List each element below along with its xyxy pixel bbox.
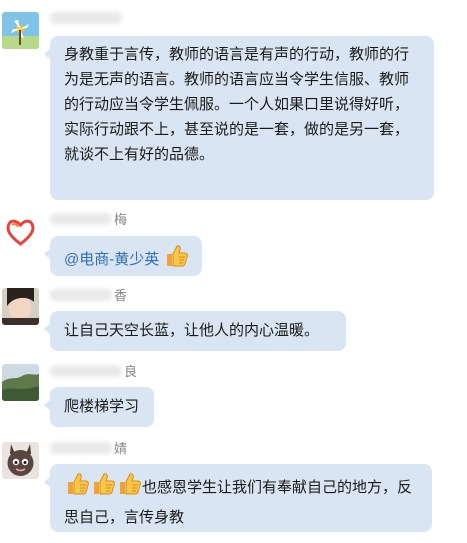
redacted-name [50, 442, 112, 454]
sender-name: 婧 [50, 440, 127, 458]
thumbs-up-icon [64, 471, 90, 505]
redacted-name [50, 365, 122, 377]
message-text: 让自己天空长蓝，让他人的内心温暖。 [64, 322, 320, 339]
thumbs-up-icon [163, 243, 189, 277]
redacted-name [50, 213, 112, 225]
avatar[interactable] [2, 364, 39, 401]
sender-name: 良 [50, 363, 137, 381]
message-text: 身教重于言传，教师的语言是有声的行动，教师的行为是无声的语言。教师的语言应当令学… [64, 46, 410, 163]
sender-name: 梅 [50, 211, 127, 229]
message-bubble[interactable]: @电商-黄少英 [44, 236, 202, 277]
redacted-name [50, 289, 112, 301]
sender-name: 香 [50, 287, 127, 305]
avatar[interactable] [2, 288, 39, 325]
thumbs-up-icon [90, 471, 116, 505]
avatar[interactable] [2, 213, 39, 250]
avatar[interactable] [2, 12, 39, 49]
redacted-name [50, 12, 122, 24]
message-bubble[interactable]: 也感恩学生让我们有奉献自己的地方，反思自己，言传身教 [44, 464, 432, 532]
sender-name [50, 10, 124, 28]
message-bubble[interactable]: 身教重于言传，教师的语言是有声的行动，教师的行为是无声的语言。教师的语言应当令学… [44, 36, 434, 200]
message-bubble[interactable]: 爬楼梯学习 [44, 387, 154, 427]
message-text: 爬楼梯学习 [64, 398, 140, 415]
thumbs-up-icon [116, 471, 142, 505]
mention-link[interactable]: @电商-黄少英 [64, 251, 159, 268]
message-bubble[interactable]: 让自己天空长蓝，让他人的内心温暖。 [44, 311, 346, 351]
avatar[interactable] [2, 442, 39, 479]
